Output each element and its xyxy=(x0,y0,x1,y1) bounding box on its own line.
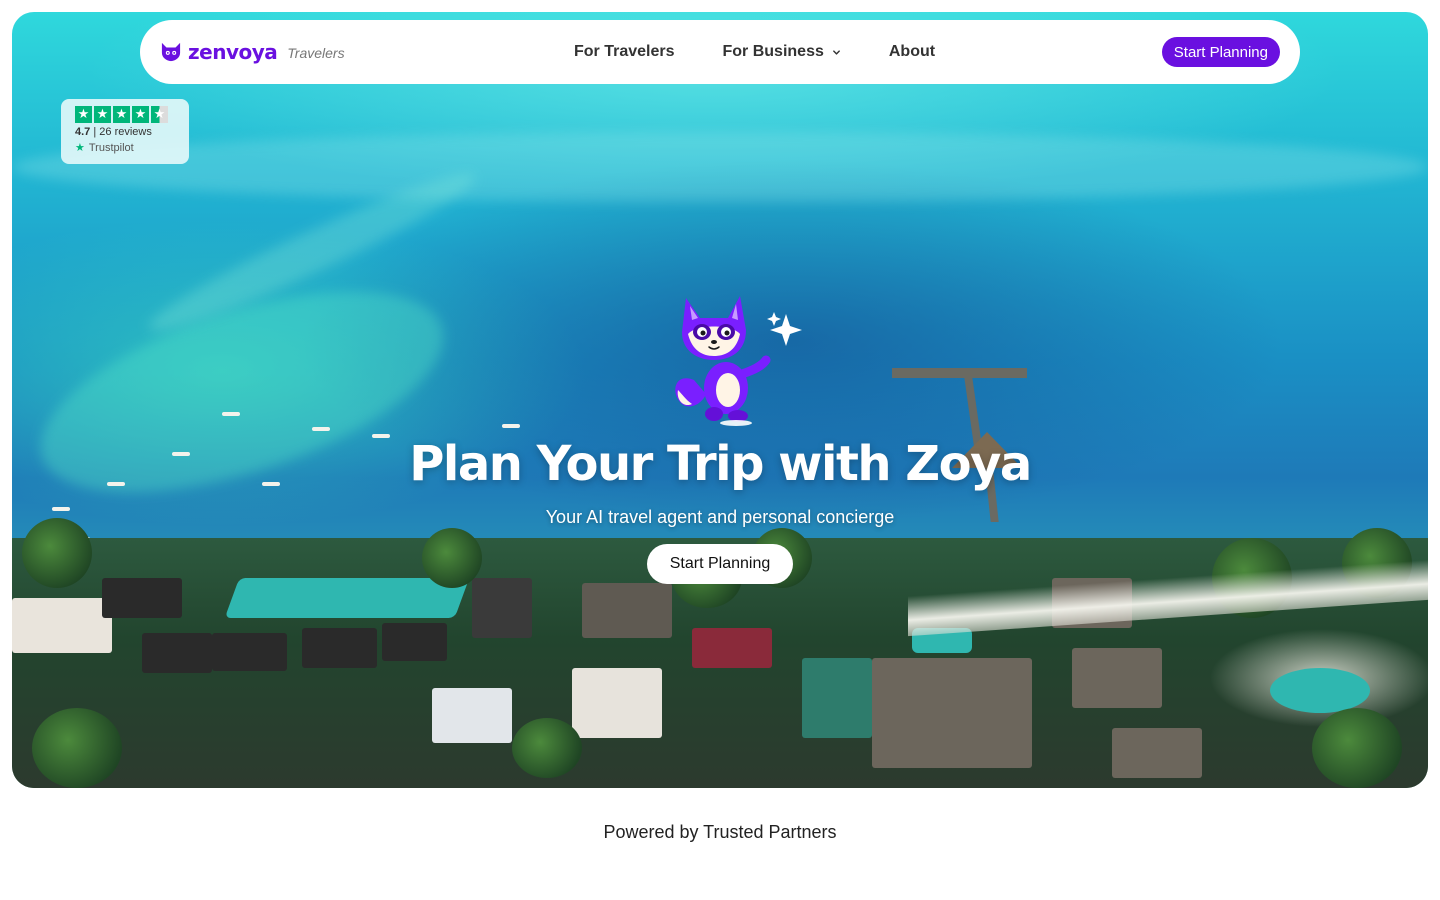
star-icon: ★ xyxy=(75,106,92,123)
sparkle-icon xyxy=(767,312,802,346)
start-planning-hero-button[interactable]: Start Planning xyxy=(647,544,793,584)
nav-label: For Business xyxy=(722,43,824,60)
palm-tree xyxy=(32,708,122,788)
building-roof xyxy=(382,623,447,661)
trustpilot-brand: ★ Trustpilot xyxy=(75,141,175,155)
shallow-water-top xyxy=(12,132,1428,202)
star-half-icon: ★ xyxy=(151,106,168,123)
star-icon: ★ xyxy=(94,106,111,123)
building-roof xyxy=(572,668,662,738)
thatched-roof xyxy=(1112,728,1202,778)
building-roof xyxy=(472,578,532,638)
building-roof xyxy=(212,633,287,671)
palm-tree xyxy=(422,528,482,588)
rating-stars: ★ ★ ★ ★ ★ xyxy=(75,106,175,123)
fox-logo-icon xyxy=(161,42,181,62)
building-roof xyxy=(142,633,212,673)
resort-pool xyxy=(1270,668,1370,713)
top-nav-bar: zenvoya Travelers For Travelers For Busi… xyxy=(140,20,1300,84)
nav-for-business[interactable]: For Business xyxy=(723,43,841,61)
thatched-roof xyxy=(582,583,672,638)
boat xyxy=(312,427,330,431)
nav-about[interactable]: About xyxy=(889,43,935,61)
building-roof xyxy=(102,578,182,618)
star-icon: ★ xyxy=(113,106,130,123)
building-roof xyxy=(12,598,112,653)
hero-headline: Plan Your Trip with Zoya xyxy=(409,436,1032,492)
fox-mascot-illustration xyxy=(675,296,802,426)
trustpilot-label: Trustpilot xyxy=(88,141,134,154)
nav-label: About xyxy=(888,43,936,60)
nav-label: For Travelers xyxy=(574,43,675,60)
palm-tree xyxy=(512,718,582,778)
brand-subtitle: Travelers xyxy=(287,45,345,61)
trustpilot-star-icon: ★ xyxy=(75,142,85,154)
pier-deck xyxy=(892,368,1027,378)
star-icon: ★ xyxy=(132,106,149,123)
start-planning-nav-button[interactable]: Start Planning xyxy=(1161,37,1280,67)
thatched-roof xyxy=(872,658,1032,768)
palm-tree xyxy=(1312,708,1402,788)
nav-for-travelers[interactable]: For Travelers xyxy=(574,43,675,61)
building-roof xyxy=(802,658,872,738)
boat xyxy=(502,424,520,428)
trustpilot-badge[interactable]: ★ ★ ★ ★ ★ 4.7 | 26 reviews ★ Trustpilot xyxy=(61,99,189,164)
hero-subheadline: Your AI travel agent and personal concie… xyxy=(545,507,895,527)
main-nav: For Travelers For Business About xyxy=(574,20,935,84)
brand-logo-link[interactable]: zenvoya Travelers xyxy=(160,40,345,64)
building-roof xyxy=(692,628,772,668)
thatched-roof xyxy=(1072,648,1162,708)
palm-tree xyxy=(22,518,92,588)
resort-pool xyxy=(224,578,470,618)
rating-summary: 4.7 | 26 reviews xyxy=(75,126,175,138)
partners-heading: Powered by Trusted Partners xyxy=(603,822,837,842)
building-roof xyxy=(302,628,377,668)
review-count: 26 reviews xyxy=(99,126,152,138)
building-roof xyxy=(432,688,512,743)
rating-value: 4.7 xyxy=(75,126,91,138)
brand-name: zenvoya xyxy=(188,40,278,64)
chevron-down-icon xyxy=(832,49,840,55)
boat xyxy=(222,412,240,416)
